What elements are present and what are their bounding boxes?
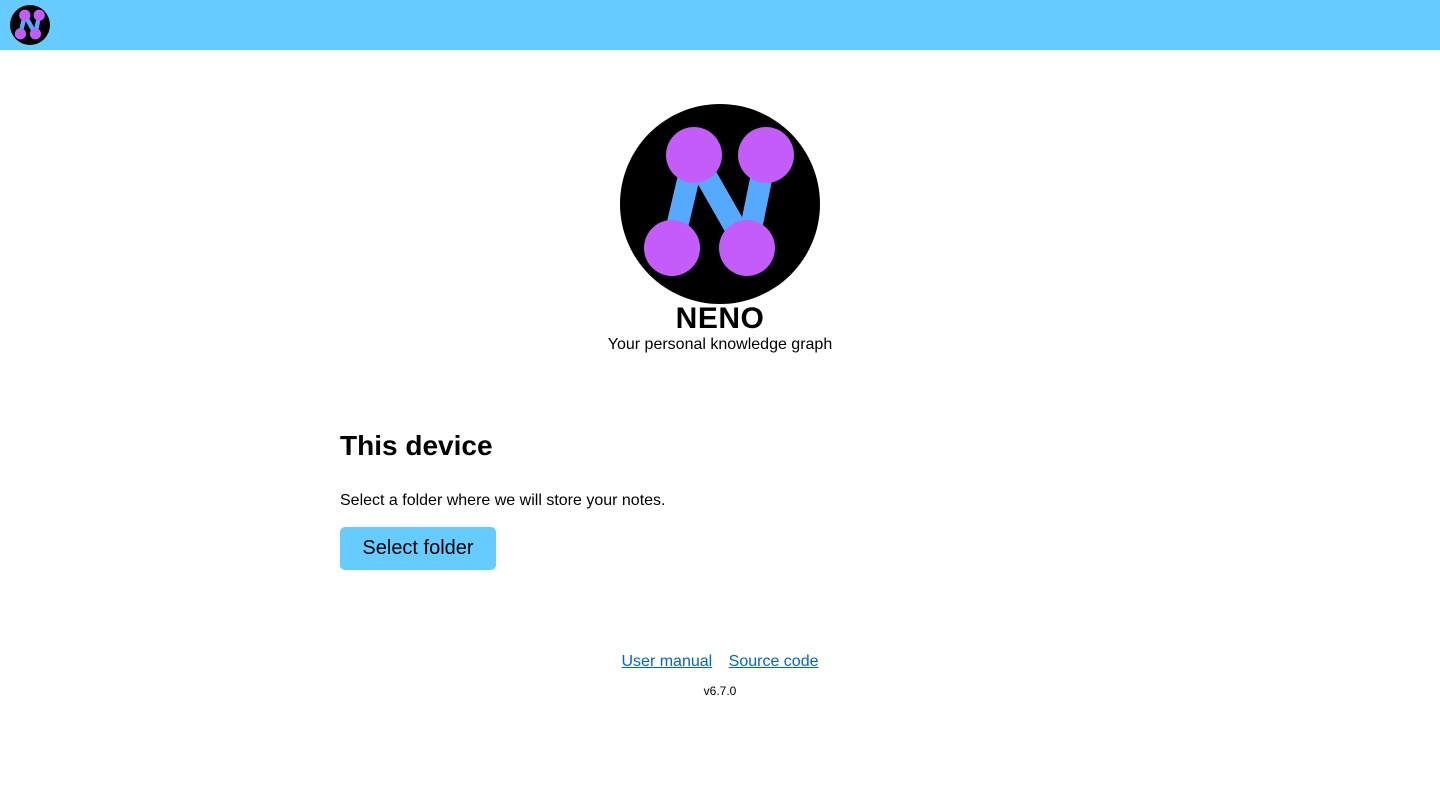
source-code-link[interactable]: Source code <box>729 653 819 670</box>
neno-logo-graphic <box>10 5 50 45</box>
version-label: v6.7.0 <box>703 684 737 698</box>
select-folder-button[interactable]: Select folder <box>340 527 496 570</box>
neno-logo-icon <box>620 104 820 304</box>
app-name: NENO <box>675 302 765 335</box>
section-heading-this-device: This device <box>340 430 493 461</box>
neno-logo-graphic <box>620 104 820 304</box>
storage-description: Select a folder where we will store your… <box>340 492 666 509</box>
user-manual-link[interactable]: User manual <box>622 653 713 670</box>
app-header <box>0 0 1440 50</box>
footer-links: User manual Source code <box>0 652 1440 672</box>
neno-logo-icon[interactable] <box>10 5 50 45</box>
app-tagline: Your personal knowledge graph <box>607 336 833 353</box>
